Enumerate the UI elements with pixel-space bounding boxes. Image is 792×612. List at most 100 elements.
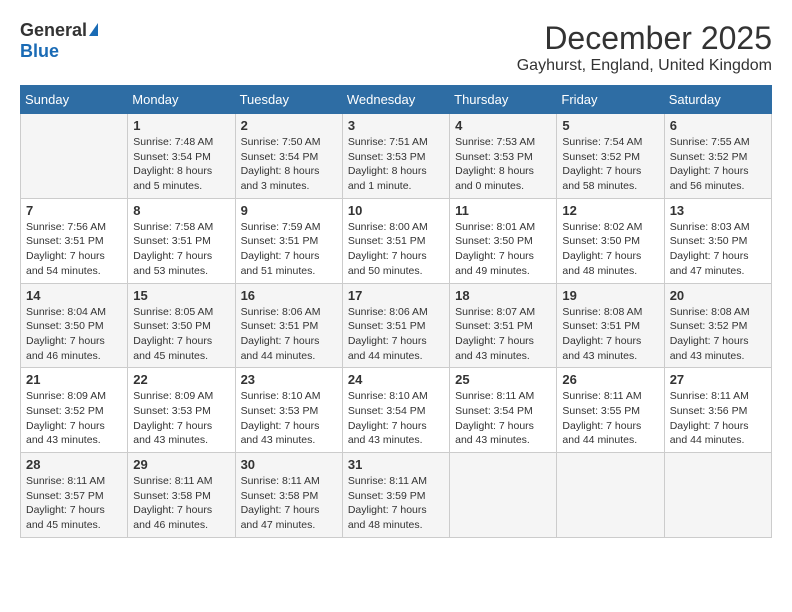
day-info: Sunrise: 7:59 AM Sunset: 3:51 PM Dayligh…: [241, 220, 337, 279]
day-number: 8: [133, 203, 229, 218]
calendar-cell: [664, 453, 771, 538]
calendar-cell: 28 Sunrise: 8:11 AM Sunset: 3:57 PM Dayli…: [21, 453, 128, 538]
calendar-cell: 9Sunrise: 7:59 AM Sunset: 3:51 PM Daylig…: [235, 198, 342, 283]
calendar-cell: 2 Sunrise: 7:50 AM Sunset: 3:54 PM Daylig…: [235, 114, 342, 199]
logo: General Blue: [20, 20, 98, 62]
day-info: Sunrise: 8:02 AM Sunset: 3:50 PM Dayligh…: [562, 220, 658, 279]
day-info: Sunrise: 8:09 AM Sunset: 3:53 PM Dayligh…: [133, 389, 229, 448]
header-tuesday: Tuesday: [235, 86, 342, 114]
location: Gayhurst, England, United Kingdom: [517, 57, 772, 75]
day-number: 12: [562, 203, 658, 218]
day-info: Sunrise: 8:01 AM Sunset: 3:50 PM Dayligh…: [455, 220, 551, 279]
calendar-cell: 18 Sunrise: 8:07 AM Sunset: 3:51 PM Dayli…: [450, 283, 557, 368]
day-info: Sunrise: 8:10 AM Sunset: 3:53 PM Dayligh…: [241, 389, 337, 448]
calendar-cell: 1 Sunrise: 7:48 AM Sunset: 3:54 PM Daylig…: [128, 114, 235, 199]
day-info: Sunrise: 8:00 AM Sunset: 3:51 PM Dayligh…: [348, 220, 444, 279]
day-number: 21: [26, 372, 122, 387]
day-info: Sunrise: 8:07 AM Sunset: 3:51 PM Dayligh…: [455, 305, 551, 364]
day-number: 24: [348, 372, 444, 387]
calendar-cell: 16Sunrise: 8:06 AM Sunset: 3:51 PM Dayli…: [235, 283, 342, 368]
day-number: 2: [241, 118, 337, 133]
day-info: Sunrise: 7:51 AM Sunset: 3:53 PM Dayligh…: [348, 135, 444, 194]
day-number: 23: [241, 372, 337, 387]
day-info: Sunrise: 8:11 AM Sunset: 3:59 PM Dayligh…: [348, 474, 444, 533]
day-number: 28: [26, 457, 122, 472]
day-number: 19: [562, 288, 658, 303]
day-info: Sunrise: 7:53 AM Sunset: 3:53 PM Dayligh…: [455, 135, 551, 194]
day-info: Sunrise: 8:11 AM Sunset: 3:57 PM Dayligh…: [26, 474, 122, 533]
day-info: Sunrise: 7:48 AM Sunset: 3:54 PM Dayligh…: [133, 135, 229, 194]
header-sunday: Sunday: [21, 86, 128, 114]
calendar-cell: [21, 114, 128, 199]
calendar-cell: 21 Sunrise: 8:09 AM Sunset: 3:52 PM Dayli…: [21, 368, 128, 453]
calendar-cell: [450, 453, 557, 538]
calendar-cell: 20 Sunrise: 8:08 AM Sunset: 3:52 PM Dayli…: [664, 283, 771, 368]
day-number: 1: [133, 118, 229, 133]
day-number: 20: [670, 288, 766, 303]
header-saturday: Saturday: [664, 86, 771, 114]
day-number: 11: [455, 203, 551, 218]
calendar-cell: 29 Sunrise: 8:11 AM Sunset: 3:58 PM Dayli…: [128, 453, 235, 538]
week-row-4: 21 Sunrise: 8:09 AM Sunset: 3:52 PM Dayli…: [21, 368, 772, 453]
day-number: 26: [562, 372, 658, 387]
day-number: 27: [670, 372, 766, 387]
calendar-cell: 25 Sunrise: 8:11 AM Sunset: 3:54 PM Dayli…: [450, 368, 557, 453]
logo-general: General: [20, 20, 87, 41]
day-number: 3: [348, 118, 444, 133]
calendar-cell: 23 Sunrise: 8:10 AM Sunset: 3:53 PM Dayli…: [235, 368, 342, 453]
calendar-cell: 5Sunrise: 7:54 AM Sunset: 3:52 PM Daylig…: [557, 114, 664, 199]
day-number: 10: [348, 203, 444, 218]
calendar-table: SundayMondayTuesdayWednesdayThursdayFrid…: [20, 85, 772, 538]
day-info: Sunrise: 7:50 AM Sunset: 3:54 PM Dayligh…: [241, 135, 337, 194]
day-info: Sunrise: 8:08 AM Sunset: 3:52 PM Dayligh…: [670, 305, 766, 364]
day-info: Sunrise: 8:11 AM Sunset: 3:56 PM Dayligh…: [670, 389, 766, 448]
day-number: 29: [133, 457, 229, 472]
calendar-cell: 10 Sunrise: 8:00 AM Sunset: 3:51 PM Dayli…: [342, 198, 449, 283]
logo-blue: Blue: [20, 41, 59, 62]
day-info: Sunrise: 8:10 AM Sunset: 3:54 PM Dayligh…: [348, 389, 444, 448]
page-header: General Blue December 2025 Gayhurst, Eng…: [20, 20, 772, 75]
day-info: Sunrise: 7:58 AM Sunset: 3:51 PM Dayligh…: [133, 220, 229, 279]
calendar-cell: [557, 453, 664, 538]
calendar-cell: 31 Sunrise: 8:11 AM Sunset: 3:59 PM Dayli…: [342, 453, 449, 538]
calendar-cell: 26 Sunrise: 8:11 AM Sunset: 3:55 PM Dayli…: [557, 368, 664, 453]
day-number: 17: [348, 288, 444, 303]
header-monday: Monday: [128, 86, 235, 114]
day-number: 16: [241, 288, 337, 303]
day-number: 7: [26, 203, 122, 218]
calendar-cell: 11 Sunrise: 8:01 AM Sunset: 3:50 PM Dayli…: [450, 198, 557, 283]
week-row-5: 28 Sunrise: 8:11 AM Sunset: 3:57 PM Dayli…: [21, 453, 772, 538]
calendar-cell: 27 Sunrise: 8:11 AM Sunset: 3:56 PM Dayli…: [664, 368, 771, 453]
week-row-3: 14Sunrise: 8:04 AM Sunset: 3:50 PM Dayli…: [21, 283, 772, 368]
day-info: Sunrise: 8:06 AM Sunset: 3:51 PM Dayligh…: [348, 305, 444, 364]
day-number: 18: [455, 288, 551, 303]
day-info: Sunrise: 8:09 AM Sunset: 3:52 PM Dayligh…: [26, 389, 122, 448]
week-row-1: 1 Sunrise: 7:48 AM Sunset: 3:54 PM Daylig…: [21, 114, 772, 199]
calendar-cell: 17 Sunrise: 8:06 AM Sunset: 3:51 PM Dayli…: [342, 283, 449, 368]
day-info: Sunrise: 8:11 AM Sunset: 3:58 PM Dayligh…: [241, 474, 337, 533]
day-number: 4: [455, 118, 551, 133]
day-number: 22: [133, 372, 229, 387]
day-number: 5: [562, 118, 658, 133]
day-info: Sunrise: 8:11 AM Sunset: 3:54 PM Dayligh…: [455, 389, 551, 448]
header-friday: Friday: [557, 86, 664, 114]
day-info: Sunrise: 8:11 AM Sunset: 3:58 PM Dayligh…: [133, 474, 229, 533]
month-title: December 2025: [517, 20, 772, 57]
day-info: Sunrise: 8:11 AM Sunset: 3:55 PM Dayligh…: [562, 389, 658, 448]
day-info: Sunrise: 8:05 AM Sunset: 3:50 PM Dayligh…: [133, 305, 229, 364]
day-number: 15: [133, 288, 229, 303]
header-thursday: Thursday: [450, 86, 557, 114]
calendar-cell: 8 Sunrise: 7:58 AM Sunset: 3:51 PM Daylig…: [128, 198, 235, 283]
calendar-header-row: SundayMondayTuesdayWednesdayThursdayFrid…: [21, 86, 772, 114]
week-row-2: 7Sunrise: 7:56 AM Sunset: 3:51 PM Daylig…: [21, 198, 772, 283]
day-number: 31: [348, 457, 444, 472]
calendar-cell: 15 Sunrise: 8:05 AM Sunset: 3:50 PM Dayli…: [128, 283, 235, 368]
day-info: Sunrise: 8:03 AM Sunset: 3:50 PM Dayligh…: [670, 220, 766, 279]
day-info: Sunrise: 8:04 AM Sunset: 3:50 PM Dayligh…: [26, 305, 122, 364]
day-info: Sunrise: 8:08 AM Sunset: 3:51 PM Dayligh…: [562, 305, 658, 364]
logo-triangle: [89, 23, 98, 36]
calendar-cell: 7Sunrise: 7:56 AM Sunset: 3:51 PM Daylig…: [21, 198, 128, 283]
day-number: 30: [241, 457, 337, 472]
calendar-cell: 13Sunrise: 8:03 AM Sunset: 3:50 PM Dayli…: [664, 198, 771, 283]
day-number: 25: [455, 372, 551, 387]
